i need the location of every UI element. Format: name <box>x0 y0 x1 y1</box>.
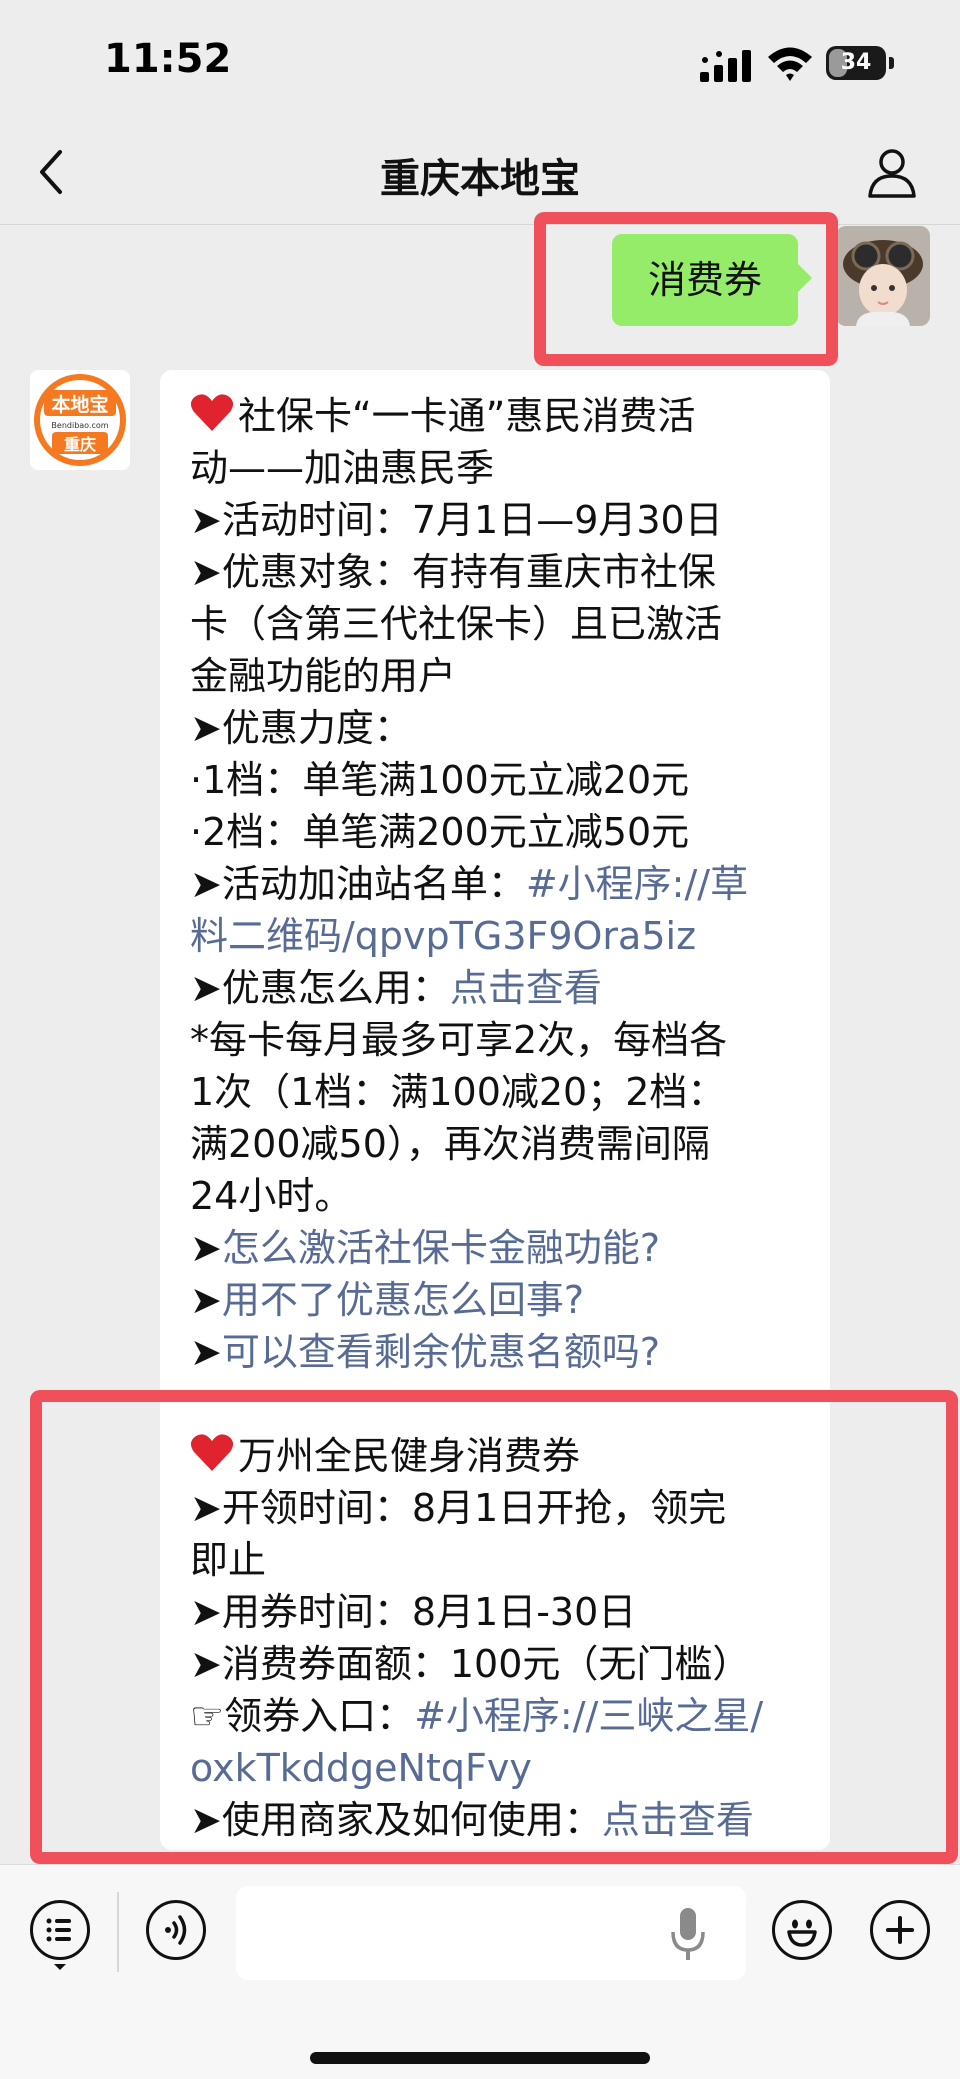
plus-icon <box>886 1916 914 1944</box>
message-line: 社保卡“一卡通”惠民消费活 <box>190 390 820 442</box>
miniprogram-link[interactable]: 料二维码/qpvpTG3F9Ora5iz <box>190 910 820 962</box>
message-line: ➤优惠力度： <box>190 706 412 750</box>
message-line: 卡（含第三代社保卡）且已激活 <box>190 602 723 646</box>
message-line: 1次（1档：满100减20；2档： <box>190 1070 726 1114</box>
profile-icon[interactable] <box>866 146 918 198</box>
message-line: ➤活动时间：7月1日—9月30日 <box>190 498 723 542</box>
chat-title: 重庆本地宝 <box>380 156 580 202</box>
battery-icon: 34 <box>826 46 896 82</box>
message-line: ➤用不了优惠怎么回事? <box>190 1278 585 1322</box>
message-line: ➤可以查看剩余优惠名额吗? <box>190 1330 661 1374</box>
clock-time: 11:52 <box>104 36 232 82</box>
status-bar: 11:52 34 <box>0 0 960 120</box>
microphone-icon[interactable] <box>668 1906 708 1962</box>
remaining-quota-link[interactable]: 可以查看剩余优惠名额吗? <box>222 1330 660 1374</box>
message-line: 24小时。 <box>190 1174 353 1218</box>
miniprogram-link[interactable]: #小程序://草 <box>526 862 748 906</box>
message-line: ➤优惠怎么用：点击查看 <box>190 966 602 1010</box>
highlight-incoming <box>30 1390 958 1864</box>
message-line: ➤怎么激活社保卡金融功能? <box>190 1226 661 1270</box>
battery-percent: 34 <box>840 50 872 75</box>
avatar-city-text: 重庆 <box>64 435 96 454</box>
voice-icon <box>165 1915 187 1945</box>
message-line: *每卡每月最多可享2次，每档各 <box>190 1018 728 1062</box>
menu-button[interactable] <box>30 1900 90 1960</box>
message-line: ➤活动加油站名单：#小程序://草 <box>190 862 749 906</box>
voice-toggle-button[interactable] <box>146 1900 206 1960</box>
smile-icon <box>787 1919 817 1947</box>
message-line: 满200减50），再次消费需间隔 <box>190 1122 710 1166</box>
official-account-avatar[interactable]: 本地宝 Bendibao.com 重庆 <box>30 370 130 470</box>
avatar-brand-url: Bendibao.com <box>51 421 108 430</box>
highlight-outgoing <box>534 212 838 366</box>
heart-icon <box>190 394 234 431</box>
signal-icon <box>700 50 751 82</box>
activate-card-link[interactable]: 怎么激活社保卡金融功能? <box>222 1226 660 1270</box>
message-line: ➤优惠对象：有持有重庆市社保 <box>190 550 716 594</box>
menu-dropdown-indicator-icon <box>54 1964 66 1970</box>
more-actions-button[interactable] <box>870 1900 930 1960</box>
view-details-link[interactable]: 点击查看 <box>450 966 602 1010</box>
avatar-brand-text: 本地宝 <box>51 393 108 416</box>
user-avatar[interactable] <box>836 226 930 326</box>
emoji-button[interactable] <box>772 1900 832 1960</box>
message-line: 动——加油惠民季 <box>190 446 495 490</box>
discount-issue-link[interactable]: 用不了优惠怎么回事? <box>222 1278 584 1322</box>
home-indicator <box>310 2052 650 2064</box>
wifi-icon <box>768 47 812 81</box>
list-menu-icon <box>46 1918 71 1942</box>
message-line: ·1档：单笔满100元立减20元 <box>190 758 690 802</box>
message-line: 金融功能的用户 <box>190 654 457 698</box>
message-line: ·2档：单笔满200元立减50元 <box>190 810 690 854</box>
input-divider <box>117 1892 119 1972</box>
